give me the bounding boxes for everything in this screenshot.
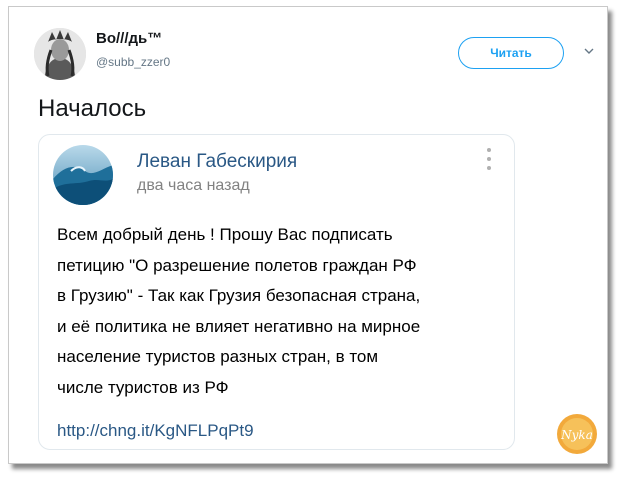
post-author-name[interactable]: Леван Габескирия xyxy=(137,151,297,173)
post-line: петицию "О разрешение полетов граждан РФ xyxy=(57,255,417,275)
tweet-text: Началось xyxy=(38,95,147,122)
user-avatar[interactable] xyxy=(34,28,86,80)
post-line: и её политика не влияет негативно на мир… xyxy=(57,316,421,336)
post-line: население туристов разных стран, в том xyxy=(57,347,379,366)
post-line: в Грузию" - Так как Грузия безопасная ст… xyxy=(57,286,421,305)
display-name[interactable]: Во///дь™ xyxy=(96,30,162,47)
post-author-avatar[interactable] xyxy=(53,145,113,205)
post-body: Всем добрый день ! Прошу Вас подписать п… xyxy=(57,220,507,403)
post-line: числе туристов из РФ xyxy=(57,377,229,397)
post-line: Всем добрый день ! Прошу Вас подписать xyxy=(57,225,393,244)
more-options-icon[interactable] xyxy=(485,148,493,174)
embedded-post-card[interactable]: Леван Габескирия два часа назад Всем доб… xyxy=(38,134,515,450)
user-handle[interactable]: @subb_zzer0 xyxy=(96,55,170,69)
post-timestamp: два часа назад xyxy=(137,177,250,194)
chevron-down-icon[interactable] xyxy=(582,44,596,58)
petition-link[interactable]: http://chng.it/KgNFLPqPt9 xyxy=(57,421,254,441)
follow-button-label: Читать xyxy=(490,46,532,60)
watermark-logo: Nyka xyxy=(557,414,597,454)
follow-button[interactable]: Читать xyxy=(458,37,564,69)
svg-text:Nyka: Nyka xyxy=(560,428,593,442)
